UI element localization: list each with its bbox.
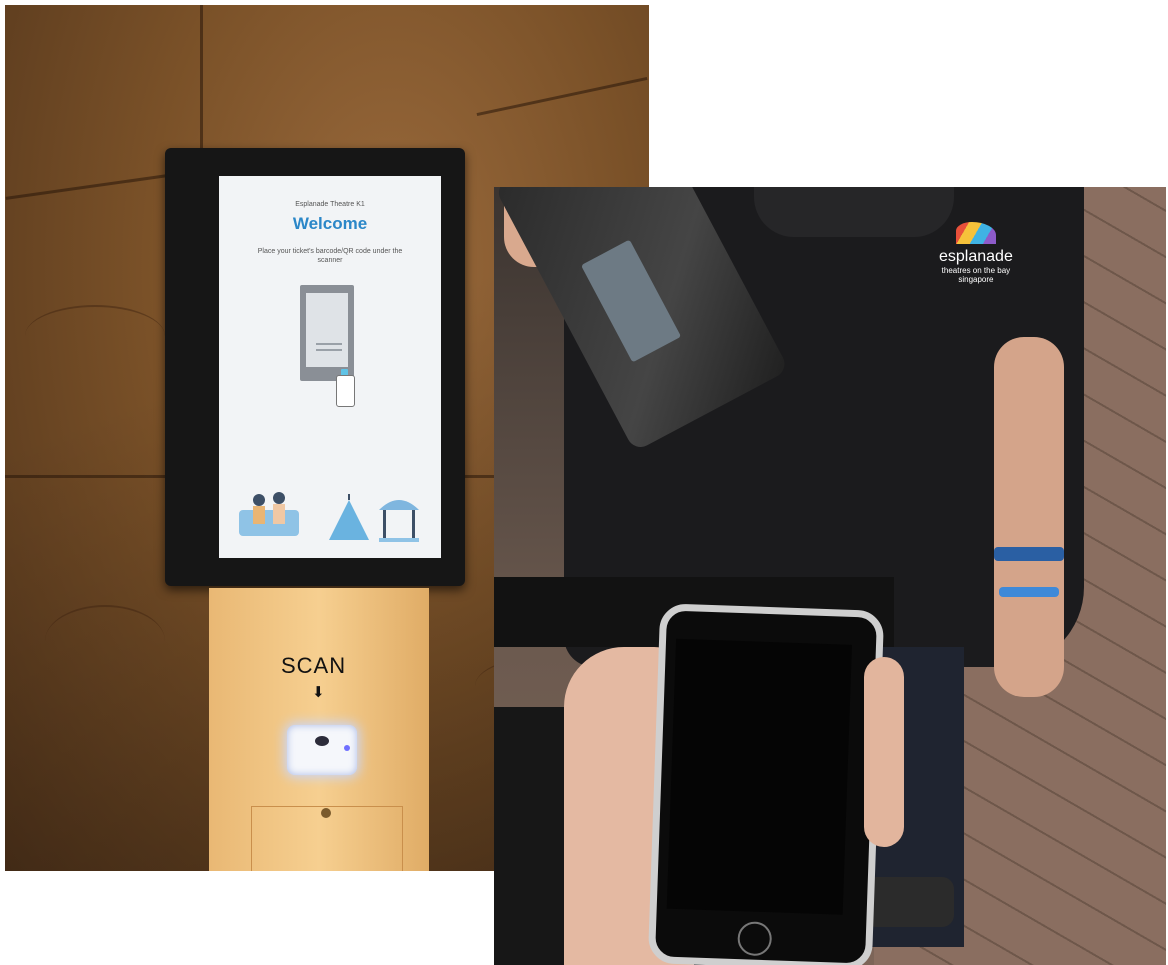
smartphone[interactable] (647, 603, 885, 965)
logo-name: esplanade (939, 248, 1013, 265)
carousel-pole-shape (383, 510, 386, 540)
person-shape (253, 494, 265, 506)
carousel-pole-shape (412, 510, 415, 540)
kiosk-screen[interactable]: Esplanade Theatre K1 Welcome Place your … (219, 176, 441, 558)
wristband (999, 587, 1059, 597)
tent-shape (329, 500, 369, 540)
illustration-line (316, 349, 342, 351)
venue-title: Esplanade Theatre K1 (295, 201, 365, 208)
kiosk-illustration-icon (300, 285, 354, 381)
carousel-base-shape (379, 538, 419, 542)
staff-arm (994, 337, 1064, 697)
handheld-scanner-screen (580, 239, 682, 363)
person-body-shape (253, 506, 265, 524)
visitor-fingers (864, 657, 904, 847)
theatre-scene-illustration (239, 492, 419, 542)
scanner-led-icon (344, 745, 350, 751)
kiosk-tablet: Esplanade Theatre K1 Welcome Place your … (165, 148, 465, 586)
home-button-icon[interactable] (737, 921, 773, 957)
wall-seam (5, 173, 175, 200)
phone-illustration-icon (336, 375, 355, 407)
logo-tagline-location: singapore (958, 275, 994, 284)
stone-vein (45, 605, 165, 677)
kiosk-stand: SCAN ⬇ (209, 588, 429, 871)
staff-shoe (864, 877, 954, 927)
lock-icon (321, 808, 331, 818)
person-shape (273, 492, 285, 504)
shirt-collar (754, 187, 954, 237)
logo-tagline: theatres on the bay (941, 266, 1011, 275)
sofa-shape (239, 510, 299, 536)
kiosk-illustration-screen (306, 293, 348, 367)
esplanade-logo: esplanade theatres on the bay singapore (939, 222, 1013, 284)
welcome-heading: Welcome (292, 214, 368, 233)
carousel-roof-shape (379, 500, 419, 510)
stone-vein (25, 305, 165, 367)
illustration-line (316, 343, 342, 345)
esplanade-logo-icon (955, 222, 996, 244)
wall-seam (476, 76, 648, 117)
barcode-scanner-window[interactable] (287, 725, 357, 775)
person-body-shape (273, 504, 285, 524)
scan-instruction: Place your ticket's barcode/QR code unde… (257, 248, 403, 264)
arrow-down-icon: ⬇ (312, 684, 325, 701)
handheld-scan-photo: esplanade theatres on the bay singapore (494, 187, 1166, 965)
wall-seam (200, 5, 203, 150)
smartphone-screen[interactable] (666, 638, 853, 915)
scanner-lens-icon (315, 736, 329, 746)
scan-label: SCAN (281, 653, 347, 678)
wristband (994, 547, 1064, 561)
